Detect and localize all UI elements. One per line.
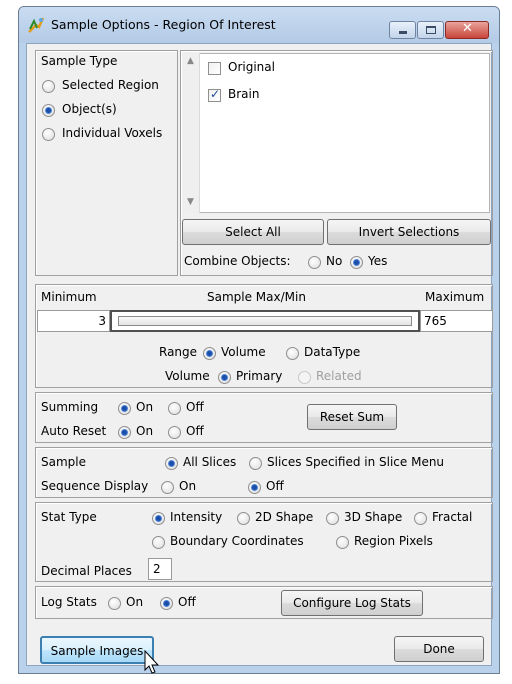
radio-volume-related [298, 371, 311, 384]
reset-sum-button[interactable]: Reset Sum [307, 404, 397, 430]
volume-row-label: Volume [165, 369, 210, 383]
label-stat-2d-shape: 2D Shape [255, 510, 314, 524]
range-slider-track[interactable] [118, 316, 412, 326]
radio-auto-reset-off[interactable] [168, 426, 181, 439]
app-icon [28, 17, 45, 33]
decimal-places-label: Decimal Places [41, 564, 132, 578]
label-all-slices: All Slices [183, 455, 237, 469]
scroll-up-icon[interactable]: ▲ [187, 54, 194, 69]
stat-type-label: Stat Type [41, 510, 97, 524]
label-auto-reset-on: On [136, 424, 154, 438]
sample-label: Sample [41, 455, 86, 469]
radio-range-datatype[interactable] [286, 347, 299, 360]
radio-stat-intensity[interactable] [152, 512, 165, 525]
radio-stat-fractal[interactable] [414, 512, 427, 525]
radio-individual-voxels[interactable] [42, 128, 55, 141]
radio-volume-primary[interactable] [218, 371, 231, 384]
label-log-off: Off [178, 595, 196, 609]
radio-sequence-on[interactable] [161, 481, 174, 494]
radio-sequence-off[interactable] [248, 481, 261, 494]
radio-log-on[interactable] [108, 597, 121, 610]
label-sequence-on: On [179, 479, 197, 493]
checkbox-brain[interactable] [208, 87, 221, 102]
sequence-display-label: Sequence Display [41, 479, 149, 493]
label-range-volume: Volume [221, 345, 266, 359]
label-brain: Brain [228, 87, 260, 101]
label-range-datatype: DataType [304, 345, 361, 359]
mouse-cursor-icon [144, 650, 160, 674]
label-summing-on: On [136, 400, 154, 414]
radio-combine-yes[interactable] [350, 256, 363, 269]
sample-max-min-label: Sample Max/Min [207, 290, 306, 304]
label-sequence-off: Off [266, 479, 284, 493]
label-original: Original [228, 60, 275, 74]
radio-objects[interactable] [42, 104, 55, 117]
invert-selections-button[interactable]: Invert Selections [327, 219, 491, 245]
sample-images-button[interactable]: Sample Images [40, 636, 154, 664]
sample-type-heading: Sample Type [41, 54, 118, 68]
minimum-value-field[interactable]: 3 [37, 310, 110, 332]
maximum-label: Maximum [425, 290, 485, 304]
radio-log-off[interactable] [160, 597, 173, 610]
label-volume-related: Related [316, 369, 362, 383]
summing-label: Summing [41, 400, 99, 414]
label-stat-region-pixels: Region Pixels [354, 534, 433, 548]
radio-stat-region-pixels[interactable] [336, 536, 349, 549]
close-icon: ✕ [462, 21, 473, 36]
minimize-icon [399, 31, 407, 34]
label-summing-off: Off [186, 400, 204, 414]
radio-auto-reset-on[interactable] [118, 426, 131, 439]
close-button[interactable]: ✕ [445, 21, 489, 39]
radio-combine-no[interactable] [308, 256, 321, 269]
label-stat-intensity: Intensity [170, 510, 223, 524]
label-stat-boundary-coordinates: Boundary Coordinates [170, 534, 304, 548]
radio-stat-2d-shape[interactable] [237, 512, 250, 525]
scroll-down-icon[interactable]: ▼ [187, 195, 194, 210]
radio-selected-region[interactable] [42, 80, 55, 93]
radio-slices-specified[interactable] [249, 457, 262, 470]
label-combine-no: No [326, 254, 343, 268]
range-label: Range [159, 345, 198, 359]
log-stats-panel [35, 586, 493, 619]
range-slider[interactable] [110, 310, 420, 332]
label-individual-voxels: Individual Voxels [62, 126, 163, 140]
label-slices-specified: Slices Specified in Slice Menu [267, 455, 445, 469]
radio-stat-boundary-coordinates[interactable] [152, 536, 165, 549]
label-auto-reset-off: Off [186, 424, 204, 438]
configure-log-stats-button[interactable]: Configure Log Stats [281, 590, 423, 616]
window-title: Sample Options - Region Of Interest [51, 17, 276, 32]
label-objects: Object(s) [62, 102, 117, 116]
label-selected-region: Selected Region [62, 78, 159, 92]
maximum-value-field[interactable]: 765 [420, 310, 493, 332]
title-bar[interactable]: Sample Options - Region Of Interest ✕ [19, 7, 499, 43]
log-stats-label: Log Stats [41, 595, 97, 609]
label-stat-fractal: Fractal [432, 510, 473, 524]
radio-summing-off[interactable] [168, 402, 181, 415]
done-button[interactable]: Done [394, 636, 484, 662]
checkbox-original[interactable] [208, 62, 221, 75]
decimal-places-field[interactable]: 2 [148, 558, 172, 580]
radio-summing-on[interactable] [118, 402, 131, 415]
label-volume-primary: Primary [236, 369, 283, 383]
radio-all-slices[interactable] [165, 457, 178, 470]
radio-stat-3d-shape[interactable] [326, 512, 339, 525]
minimize-button[interactable] [389, 21, 416, 39]
objects-list[interactable] [183, 53, 490, 213]
label-combine-yes: Yes [368, 254, 388, 268]
label-stat-3d-shape: 3D Shape [344, 510, 403, 524]
radio-range-volume[interactable] [203, 347, 216, 360]
label-log-on: On [126, 595, 144, 609]
select-all-button[interactable]: Select All [182, 219, 324, 245]
auto-reset-label: Auto Reset [41, 424, 107, 438]
combine-objects-label: Combine Objects: [184, 254, 291, 268]
maximize-button[interactable] [417, 21, 444, 39]
minimum-label: Minimum [41, 290, 97, 304]
objects-scrollbar[interactable] [183, 53, 200, 213]
maximize-icon [426, 26, 436, 34]
